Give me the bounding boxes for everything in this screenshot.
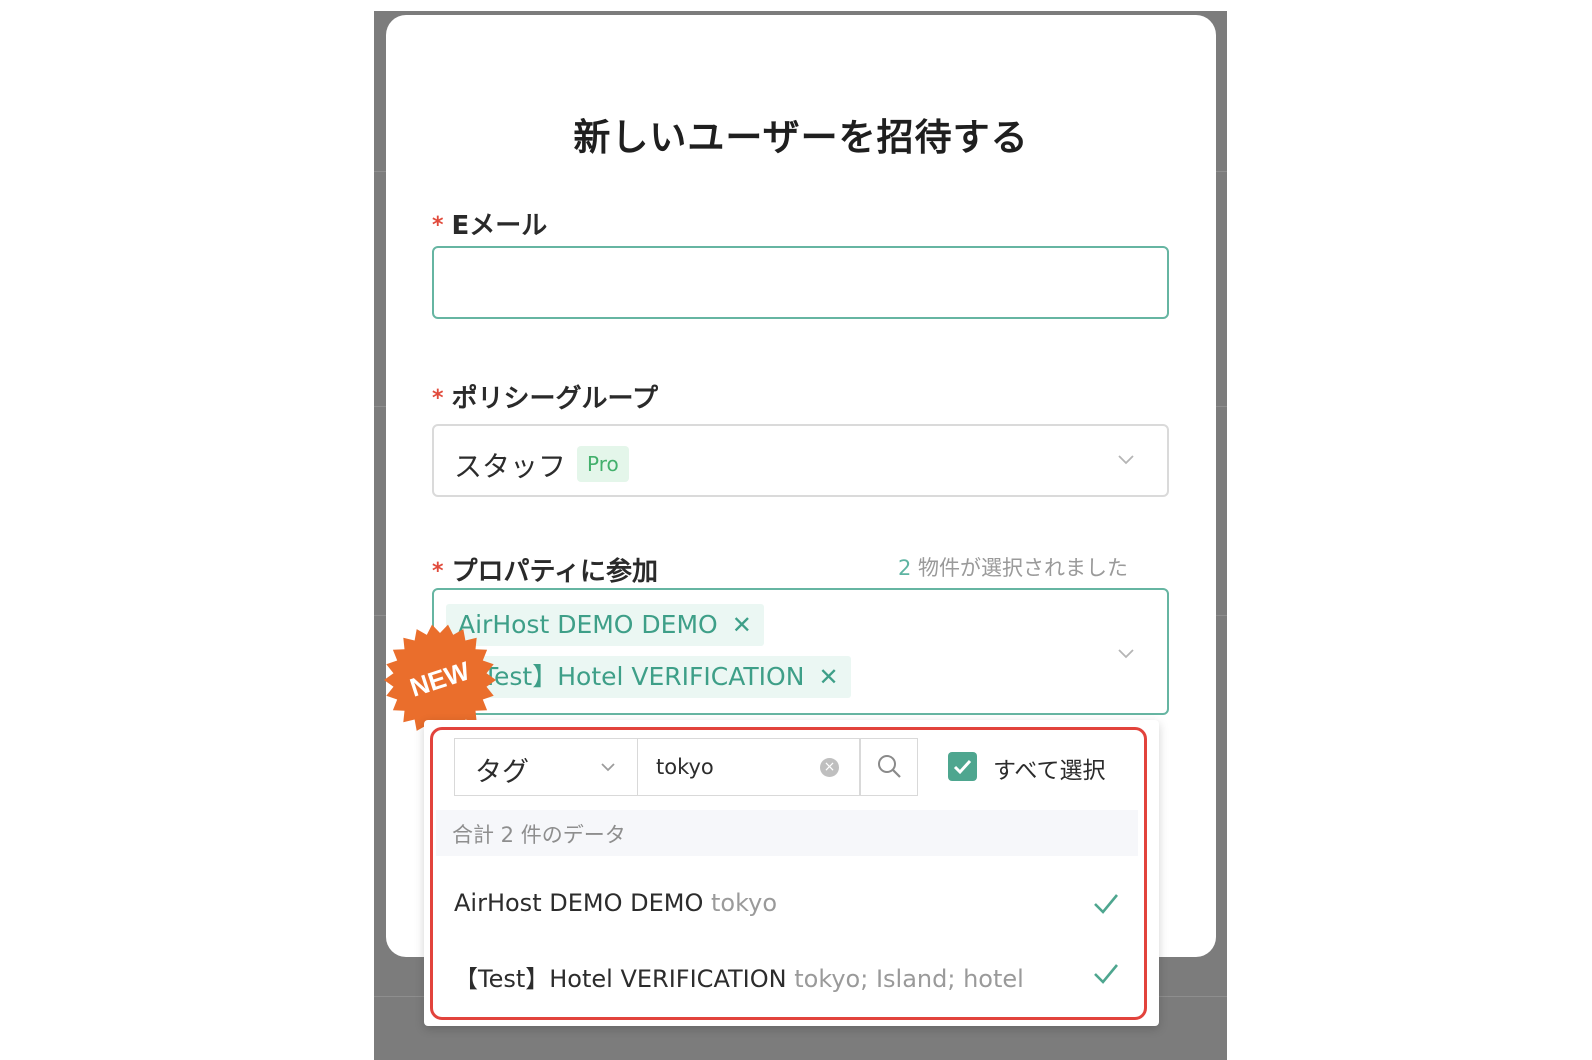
- close-icon[interactable]: ✕: [818, 663, 838, 691]
- modal-title: 新しいユーザーを招待する: [573, 116, 1029, 159]
- properties-select[interactable]: AirHost DEMO DEMO ✕ 【Test】Hotel VERIFICAT…: [432, 588, 1169, 715]
- pro-badge: Pro: [577, 446, 629, 482]
- required-mark: *: [432, 559, 444, 584]
- policy-group-select[interactable]: スタッフ Pro: [432, 424, 1169, 497]
- selected-tag: 【Test】Hotel VERIFICATION ✕: [446, 656, 851, 698]
- properties-label: * プロパティに参加: [432, 557, 658, 587]
- email-label: * Eメール: [432, 211, 548, 241]
- close-icon[interactable]: ✕: [732, 611, 752, 639]
- policy-group-label: * ポリシーグループ: [432, 384, 658, 414]
- selected-count-text: 2 物件が選択されました: [898, 556, 1129, 580]
- highlight-frame: [430, 727, 1147, 1020]
- chevron-down-icon: [1118, 455, 1134, 465]
- chevron-down-icon: [1118, 649, 1134, 659]
- required-mark: *: [432, 386, 444, 411]
- email-field[interactable]: [432, 246, 1169, 319]
- required-mark: *: [432, 213, 444, 238]
- email-input[interactable]: [450, 264, 1154, 302]
- policy-group-value: スタッフ: [454, 450, 567, 483]
